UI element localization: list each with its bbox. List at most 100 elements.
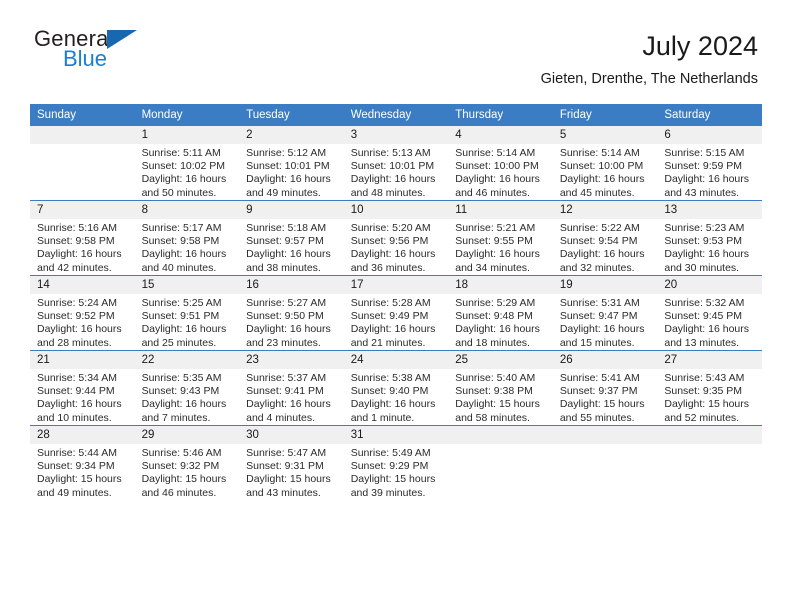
sunset-time: Sunset: 9:49 PM xyxy=(350,310,429,323)
sunrise-time: Sunrise: 5:14 AM xyxy=(455,147,536,159)
calendar-day-cell[interactable]: 24 Sunrise: 5:38 AM Sunset: 9:40 PM Dayligh… xyxy=(343,350,449,426)
daylight-duration-line1: Daylight: 16 hours xyxy=(559,323,645,336)
sunset-time: Sunset: 9:32 PM xyxy=(141,460,220,473)
sunset-time: Sunset: 9:58 PM xyxy=(37,235,115,248)
calendar-day-cell[interactable]: 29 Sunrise: 5:46 AM Sunset: 9:32 PM Dayligh… xyxy=(134,425,240,500)
calendar-day-cell[interactable]: 20 Sunrise: 5:32 AM Sunset: 9:45 PM Dayligh… xyxy=(657,275,762,351)
sunset-time: Sunset: 9:45 PM xyxy=(664,310,743,323)
sunrise-time: Sunrise: 5:43 AM xyxy=(664,372,745,384)
sunset-time: Sunset: 9:35 PM xyxy=(664,385,743,398)
daylight-duration-line1: Daylight: 16 hours xyxy=(37,398,122,411)
sunrise-time: Sunrise: 5:49 AM xyxy=(350,447,431,459)
calendar-day-cell[interactable]: 2 Sunrise: 5:12 AM Sunset: 10:01 PM Dayligh… xyxy=(239,126,344,201)
day-number: 9 xyxy=(239,201,344,219)
day-number: 22 xyxy=(134,351,240,369)
sunset-time: Sunset: 10:01 PM xyxy=(246,160,330,173)
day-number: 31 xyxy=(343,426,449,444)
calendar-head: Sunday Monday Tuesday Wednesday Thursday… xyxy=(30,104,762,126)
daylight-duration-line2: and 28 minutes. xyxy=(37,336,112,349)
calendar-day-cell[interactable]: 10 Sunrise: 5:20 AM Sunset: 9:56 PM Dayligh… xyxy=(343,200,449,276)
daylight-duration-line1: Daylight: 16 hours xyxy=(246,323,331,336)
day-number: 18 xyxy=(448,276,553,294)
calendar-day-cell[interactable]: 16 Sunrise: 5:27 AM Sunset: 9:50 PM Dayligh… xyxy=(239,275,344,351)
calendar-table: Sunday Monday Tuesday Wednesday Thursday… xyxy=(30,104,762,500)
day-number: 8 xyxy=(134,201,240,219)
sunset-time: Sunset: 9:37 PM xyxy=(559,385,638,398)
general-blue-logo[interactable]: General Blue xyxy=(34,28,164,78)
calendar-day-cell[interactable]: 14 Sunrise: 5:24 AM Sunset: 9:52 PM Dayligh… xyxy=(30,275,135,351)
sunset-time: Sunset: 10:02 PM xyxy=(141,160,226,173)
logo-text-blue: Blue xyxy=(63,46,108,71)
sunset-time: Sunset: 9:53 PM xyxy=(664,235,743,248)
calendar-day-cell[interactable]: 21 Sunrise: 5:34 AM Sunset: 9:44 PM Dayligh… xyxy=(30,350,135,426)
day-number: 20 xyxy=(657,276,762,294)
daylight-duration-line2: and 52 minutes. xyxy=(664,411,740,424)
daylight-duration-line2: and 49 minutes. xyxy=(37,486,112,499)
daylight-duration-line1: Daylight: 16 hours xyxy=(141,173,227,186)
sunrise-time: Sunrise: 5:38 AM xyxy=(350,372,431,384)
calendar-day-cell[interactable]: 23 Sunrise: 5:37 AM Sunset: 9:41 PM Dayligh… xyxy=(239,350,344,426)
day-details: Sunrise: 5:43 AM Sunset: 9:35 PM Daylight:… xyxy=(657,369,762,425)
weekday-header-thursday: Thursday xyxy=(448,104,553,126)
daylight-duration-line1: Daylight: 16 hours xyxy=(350,398,436,411)
calendar-day-cell[interactable]: 5 Sunrise: 5:14 AM Sunset: 10:00 PM Dayligh… xyxy=(552,126,658,201)
page-subtitle: Gieten, Drenthe, The Netherlands xyxy=(540,71,758,87)
day-number: 1 xyxy=(134,126,240,144)
calendar-day-cell[interactable]: 7 Sunrise: 5:16 AM Sunset: 9:58 PM Daylight… xyxy=(30,200,135,276)
daylight-duration-line2: and 50 minutes. xyxy=(141,186,217,199)
sunset-time: Sunset: 9:57 PM xyxy=(246,235,324,248)
day-details: Sunrise: 5:29 AM Sunset: 9:48 PM Daylight:… xyxy=(448,294,553,350)
calendar-day-cell[interactable]: 11 Sunrise: 5:21 AM Sunset: 9:55 PM Dayligh… xyxy=(448,200,553,276)
calendar-cell-empty xyxy=(448,425,553,500)
sunrise-time: Sunrise: 5:24 AM xyxy=(37,297,117,309)
daylight-duration-line1: Daylight: 16 hours xyxy=(141,323,227,336)
calendar-day-cell[interactable]: 8 Sunrise: 5:17 AM Sunset: 9:58 PM Daylight… xyxy=(134,200,240,276)
day-details: Sunrise: 5:25 AM Sunset: 9:51 PM Daylight:… xyxy=(135,294,240,350)
daylight-duration-line1: Daylight: 16 hours xyxy=(37,248,122,261)
sunset-time: Sunset: 9:47 PM xyxy=(559,310,638,323)
sunrise-time: Sunrise: 5:18 AM xyxy=(246,222,327,234)
calendar-day-cell[interactable]: 15 Sunrise: 5:25 AM Sunset: 9:51 PM Dayligh… xyxy=(134,275,240,351)
weekday-header-saturday: Saturday xyxy=(657,104,762,126)
calendar-day-cell[interactable]: 28 Sunrise: 5:44 AM Sunset: 9:34 PM Dayligh… xyxy=(30,425,135,500)
calendar-day-cell[interactable]: 22 Sunrise: 5:35 AM Sunset: 9:43 PM Dayligh… xyxy=(134,350,240,426)
daylight-duration-line2: and 25 minutes. xyxy=(141,336,217,349)
day-number: 7 xyxy=(30,201,135,219)
sunset-time: Sunset: 9:59 PM xyxy=(664,160,743,173)
daylight-duration-line2: and 39 minutes. xyxy=(350,486,426,499)
calendar-day-cell[interactable]: 25 Sunrise: 5:40 AM Sunset: 9:38 PM Dayligh… xyxy=(448,350,553,426)
calendar-week-row: 7 Sunrise: 5:16 AM Sunset: 9:58 PM Daylight… xyxy=(30,200,762,276)
day-number: 25 xyxy=(448,351,553,369)
calendar-day-cell[interactable]: 27 Sunrise: 5:43 AM Sunset: 9:35 PM Dayligh… xyxy=(657,350,762,426)
day-details: Sunrise: 5:15 AM Sunset: 9:59 PM Daylight:… xyxy=(657,144,762,200)
day-number: 27 xyxy=(657,351,762,369)
weekday-header-friday: Friday xyxy=(552,104,658,126)
page-title: July 2024 xyxy=(642,31,758,61)
calendar-day-cell[interactable]: 26 Sunrise: 5:41 AM Sunset: 9:37 PM Dayligh… xyxy=(552,350,658,426)
sunset-time: Sunset: 9:31 PM xyxy=(246,460,324,473)
day-number: 16 xyxy=(239,276,344,294)
sunrise-time: Sunrise: 5:40 AM xyxy=(455,372,536,384)
calendar-day-cell[interactable]: 3 Sunrise: 5:13 AM Sunset: 10:01 PM Dayligh… xyxy=(343,126,449,201)
calendar-day-cell[interactable]: 9 Sunrise: 5:18 AM Sunset: 9:57 PM Daylight… xyxy=(239,200,344,276)
day-details: Sunrise: 5:23 AM Sunset: 9:53 PM Daylight:… xyxy=(657,219,762,275)
calendar-day-cell[interactable]: 13 Sunrise: 5:23 AM Sunset: 9:53 PM Dayligh… xyxy=(657,200,762,276)
calendar-day-cell[interactable]: 17 Sunrise: 5:28 AM Sunset: 9:49 PM Dayligh… xyxy=(343,275,449,351)
calendar-day-cell[interactable]: 18 Sunrise: 5:29 AM Sunset: 9:48 PM Dayligh… xyxy=(448,275,553,351)
calendar-day-cell[interactable]: 12 Sunrise: 5:22 AM Sunset: 9:54 PM Dayligh… xyxy=(552,200,658,276)
sunset-time: Sunset: 9:48 PM xyxy=(455,310,533,323)
daylight-duration-line2: and 13 minutes. xyxy=(664,336,740,349)
daylight-duration-line2: and 7 minutes. xyxy=(141,411,211,424)
calendar-day-cell[interactable]: 19 Sunrise: 5:31 AM Sunset: 9:47 PM Dayligh… xyxy=(552,275,658,351)
daylight-duration-line1: Daylight: 16 hours xyxy=(664,173,750,186)
calendar-day-cell[interactable]: 6 Sunrise: 5:15 AM Sunset: 9:59 PM Daylight… xyxy=(657,126,762,201)
calendar-day-cell[interactable]: 1 Sunrise: 5:11 AM Sunset: 10:02 PM Dayligh… xyxy=(134,126,240,201)
sunrise-time: Sunrise: 5:16 AM xyxy=(37,222,117,234)
calendar-week-row: 28 Sunrise: 5:44 AM Sunset: 9:34 PM Dayligh… xyxy=(30,425,762,500)
daylight-duration-line2: and 21 minutes. xyxy=(350,336,426,349)
day-number: 29 xyxy=(134,426,240,444)
sunset-time: Sunset: 9:43 PM xyxy=(141,385,220,398)
calendar-day-cell[interactable]: 4 Sunrise: 5:14 AM Sunset: 10:00 PM Dayligh… xyxy=(448,126,553,201)
calendar-day-cell[interactable]: 31 Sunrise: 5:49 AM Sunset: 9:29 PM Dayligh… xyxy=(343,425,449,500)
calendar-day-cell[interactable]: 30 Sunrise: 5:47 AM Sunset: 9:31 PM Dayligh… xyxy=(239,425,344,500)
